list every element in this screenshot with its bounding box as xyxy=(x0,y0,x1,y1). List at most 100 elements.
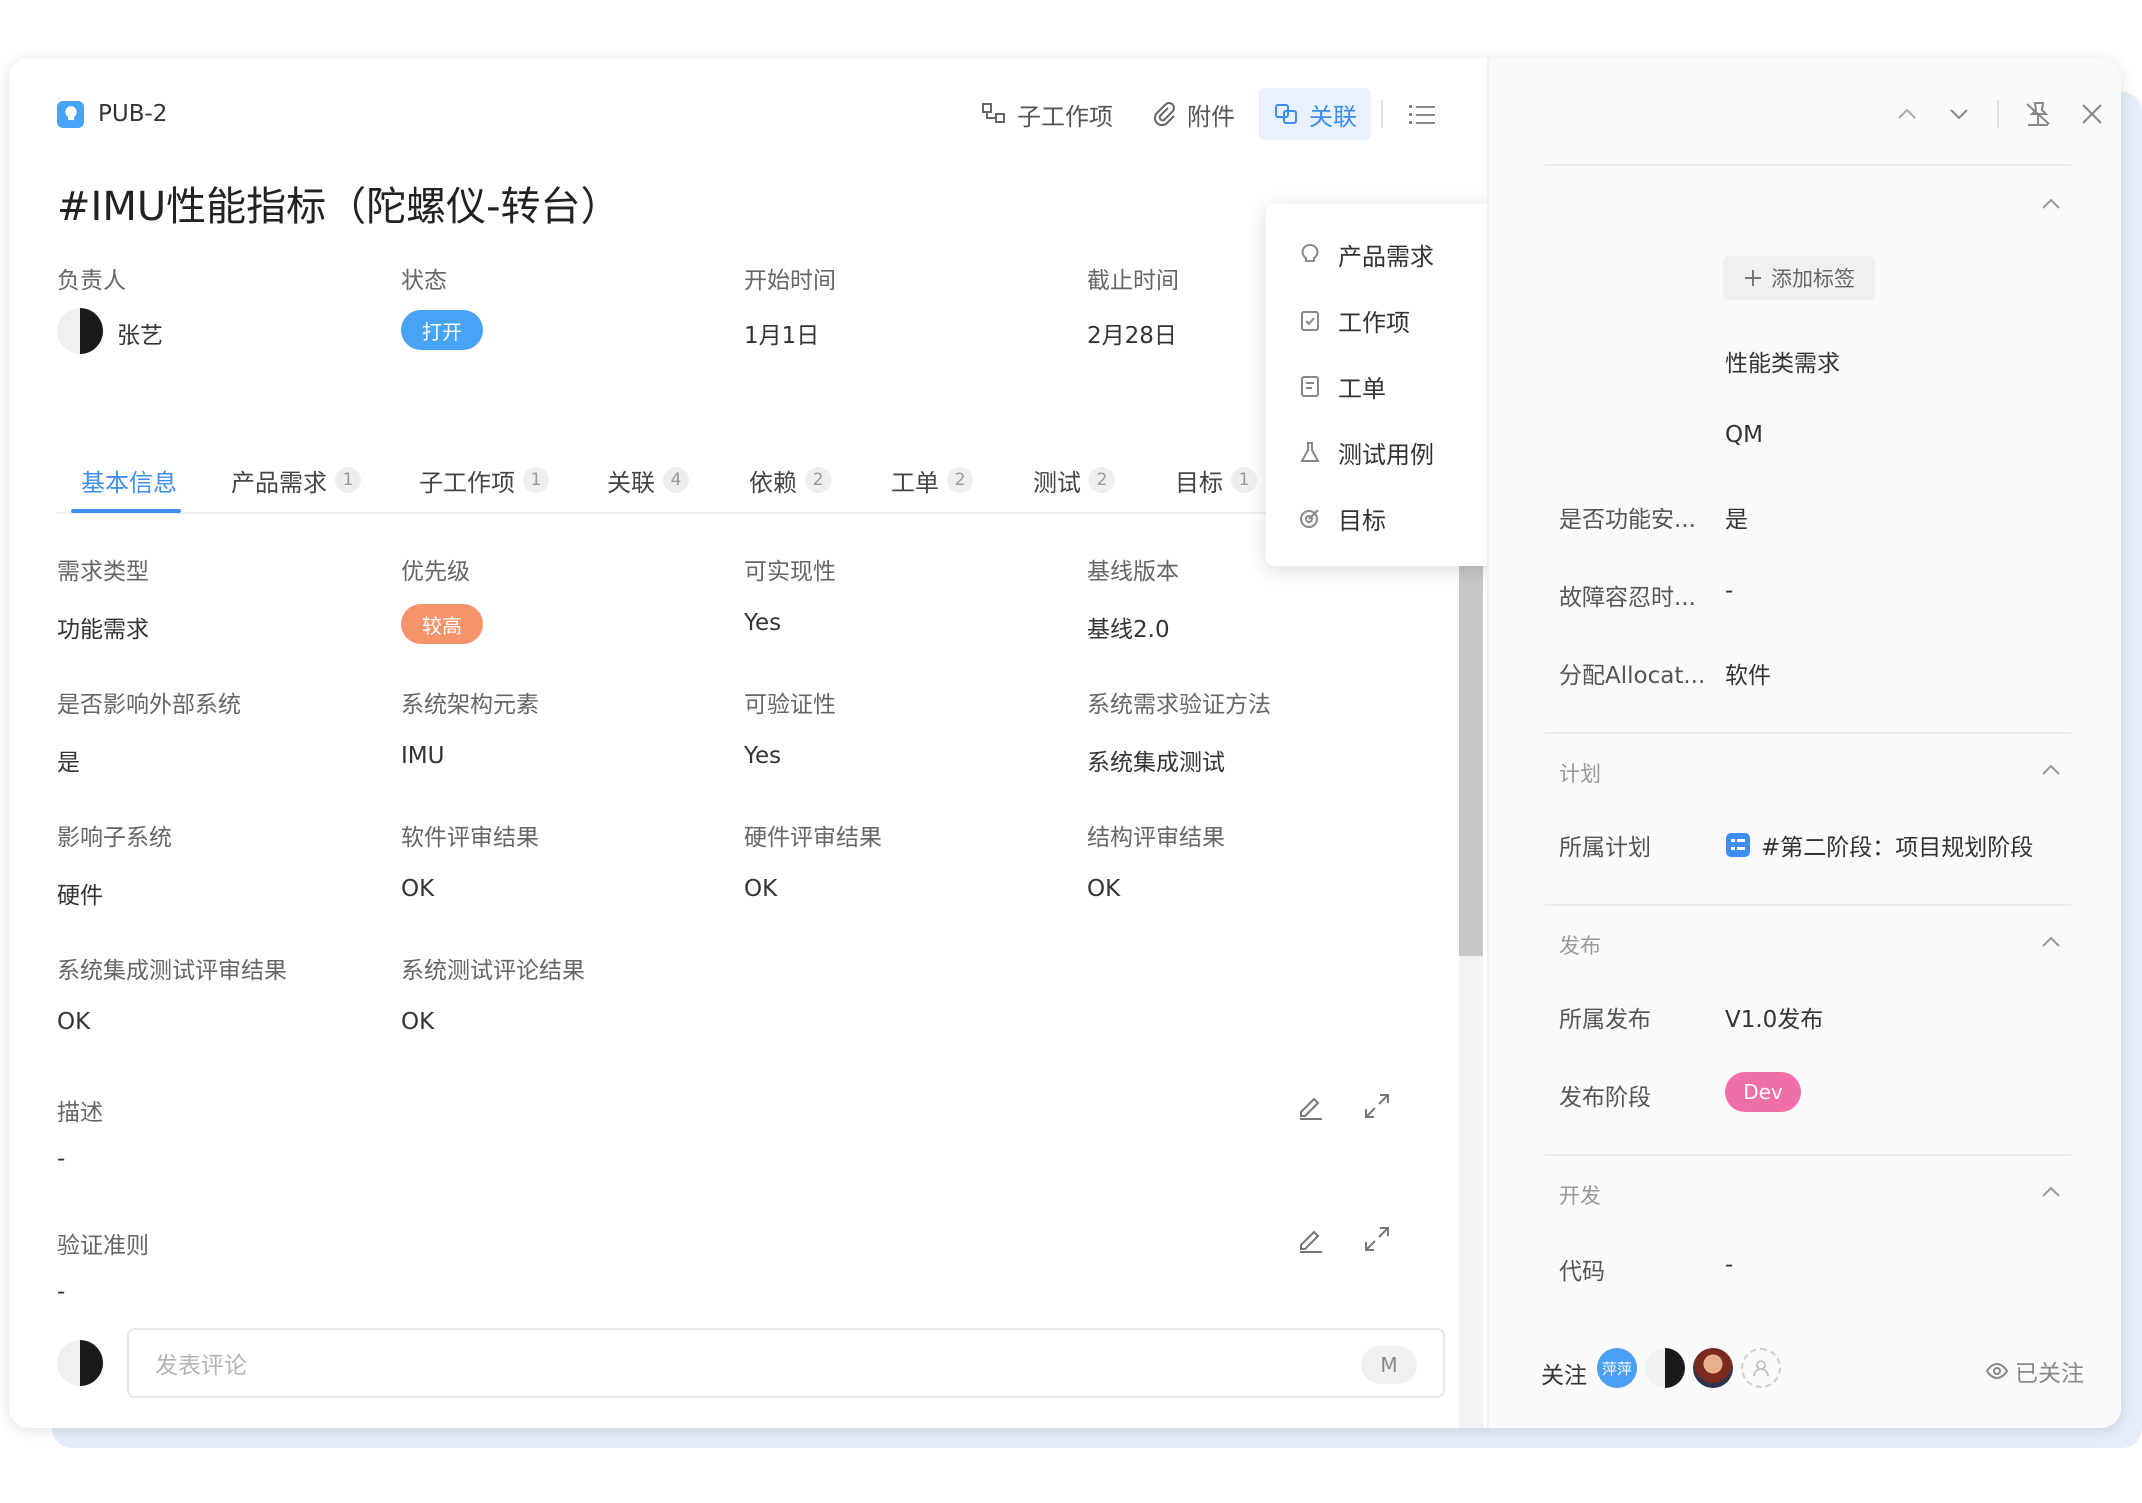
field-label: 系统架构元素 xyxy=(401,692,539,718)
tab-count: 2 xyxy=(1089,467,1115,493)
chevron-down-icon[interactable] xyxy=(1945,100,1973,128)
add-follower-button[interactable] xyxy=(1741,1348,1781,1388)
links-button[interactable]: 关联 xyxy=(1259,88,1371,140)
priority-badge[interactable]: 较高 xyxy=(401,604,483,644)
field-label: 结构评审结果 xyxy=(1087,825,1225,851)
scrollbar-thumb[interactable] xyxy=(1459,498,1483,956)
owner-value[interactable]: 张艺 xyxy=(117,316,163,350)
plan-icon xyxy=(1726,833,1750,857)
field-label: 影响子系统 xyxy=(57,825,172,851)
field-value[interactable]: 功能需求 xyxy=(57,610,149,644)
due-value[interactable]: 2月28日 xyxy=(1087,316,1177,350)
tab-goals[interactable]: 目标 1 xyxy=(1175,460,1257,500)
property-value[interactable]: 是 xyxy=(1725,500,1748,534)
collapse-chevron-icon[interactable] xyxy=(2037,756,2065,784)
followed-status[interactable]: 已关注 xyxy=(1985,1354,2084,1388)
field-value[interactable]: Yes xyxy=(744,610,781,636)
owner-label: 负责人 xyxy=(57,268,126,294)
comment-input[interactable]: 发表评论 M xyxy=(127,1328,1445,1398)
bulb-icon xyxy=(1301,244,1319,262)
start-value[interactable]: 1月1日 xyxy=(744,316,819,350)
field-label: 系统需求验证方法 xyxy=(1087,692,1271,718)
chevron-up-icon[interactable] xyxy=(1893,100,1921,128)
plan-label: 所属计划 xyxy=(1559,835,1651,861)
plan-value[interactable]: #第二阶段：项目规划阶段 xyxy=(1725,828,2033,862)
tab-links[interactable]: 关联 4 xyxy=(607,460,689,500)
property-value[interactable]: - xyxy=(1725,578,1733,604)
owner-avatar[interactable] xyxy=(57,308,103,354)
subitems-button[interactable]: 子工作项 xyxy=(967,88,1127,140)
edit-description-button[interactable] xyxy=(1291,1086,1331,1126)
menu-item-product-requirement[interactable]: 产品需求 xyxy=(1298,234,1434,274)
tab-bar: 基本信息 产品需求 1 子工作项 1 关联 4 依赖 2 工单 2 测试 2 目… xyxy=(57,446,1447,514)
tab-count: 1 xyxy=(335,467,361,493)
acceptance-label: 验证准则 xyxy=(57,1233,149,1259)
field-value[interactable]: OK xyxy=(401,876,434,902)
collapse-chevron-icon[interactable] xyxy=(2037,928,2065,956)
property-value[interactable]: QM xyxy=(1725,422,1763,448)
status-badge[interactable]: 打开 xyxy=(401,310,483,350)
close-icon[interactable] xyxy=(2077,99,2107,129)
follower-avatar[interactable] xyxy=(1645,1348,1685,1388)
edit-acceptance-button[interactable] xyxy=(1291,1219,1331,1259)
tab-label: 依赖 xyxy=(749,468,797,497)
field-value[interactable]: Yes xyxy=(744,743,781,769)
divider xyxy=(1545,904,2071,906)
section-title-plan: 计划 xyxy=(1559,762,1601,786)
expand-description-button[interactable] xyxy=(1357,1086,1397,1126)
acceptance-value[interactable]: - xyxy=(57,1279,65,1305)
field-value[interactable]: OK xyxy=(57,1009,90,1035)
code-value[interactable]: - xyxy=(1725,1252,1733,1278)
subitems-label: 子工作项 xyxy=(1017,102,1113,131)
property-value[interactable]: 软件 xyxy=(1725,656,1771,690)
field-value[interactable]: 基线2.0 xyxy=(1087,610,1170,644)
tab-label: 工单 xyxy=(891,468,939,497)
current-user-avatar xyxy=(57,1340,103,1386)
section-title-dev: 开发 xyxy=(1559,1184,1601,1208)
collapse-chevron-icon[interactable] xyxy=(2037,1178,2065,1206)
tab-tickets[interactable]: 工单 2 xyxy=(891,460,973,500)
tab-subitems[interactable]: 子工作项 1 xyxy=(419,460,549,500)
follower-avatar[interactable]: 萍萍 xyxy=(1597,1348,1637,1388)
tab-basic-info[interactable]: 基本信息 xyxy=(81,460,177,500)
field-label: 基线版本 xyxy=(1087,559,1179,585)
field-value[interactable]: OK xyxy=(744,876,777,902)
release-value[interactable]: V1.0发布 xyxy=(1725,1000,1823,1034)
menu-item-test-case[interactable]: 测试用例 xyxy=(1298,432,1434,472)
page-title: #IMU性能指标（陀螺仪-转台） xyxy=(57,184,621,230)
expand-icon xyxy=(1365,1094,1389,1118)
field-label: 是否影响外部系统 xyxy=(57,692,241,718)
menu-item-ticket[interactable]: 工单 xyxy=(1298,366,1386,406)
attachments-button[interactable]: 附件 xyxy=(1137,88,1249,140)
collapse-chevron-icon[interactable] xyxy=(2037,190,2065,218)
unpin-icon[interactable] xyxy=(2023,99,2053,129)
field-label: 硬件评审结果 xyxy=(744,825,882,851)
description-value[interactable]: - xyxy=(57,1146,65,1172)
markdown-toggle-button[interactable]: M xyxy=(1361,1346,1417,1384)
tab-product-requirements[interactable]: 产品需求 1 xyxy=(231,460,361,500)
menu-item-work-item[interactable]: 工作项 xyxy=(1298,300,1410,340)
release-stage-badge[interactable]: Dev xyxy=(1725,1072,1801,1112)
menu-item-label: 工作项 xyxy=(1338,308,1410,337)
tab-label: 目标 xyxy=(1175,468,1223,497)
field-value[interactable]: OK xyxy=(401,1009,434,1035)
expand-acceptance-button[interactable] xyxy=(1357,1219,1397,1259)
add-tag-button[interactable]: 添加标签 xyxy=(1723,256,1875,300)
properties-sidebar: 添加标签 性能类需求 QM 是否功能安... 是 故障容忍时... - 分配Al… xyxy=(1487,58,2121,1428)
tab-count: 2 xyxy=(805,467,831,493)
field-value[interactable]: 系统集成测试 xyxy=(1087,743,1225,777)
outline-button[interactable] xyxy=(1393,88,1451,140)
item-id-text: PUB-2 xyxy=(98,101,168,127)
tab-label: 基本信息 xyxy=(81,468,177,497)
menu-item-label: 产品需求 xyxy=(1338,242,1434,271)
field-value[interactable]: IMU xyxy=(401,743,444,769)
field-value[interactable]: 是 xyxy=(57,743,80,777)
property-value[interactable]: 性能类需求 xyxy=(1725,344,1840,378)
tab-dependencies[interactable]: 依赖 2 xyxy=(749,460,831,500)
field-value[interactable]: OK xyxy=(1087,876,1120,902)
follower-avatar[interactable] xyxy=(1693,1348,1733,1388)
menu-item-goal[interactable]: 目标 xyxy=(1298,498,1386,538)
field-value[interactable]: 硬件 xyxy=(57,876,103,910)
tab-tests[interactable]: 测试 2 xyxy=(1033,460,1115,500)
sidebar-toolbar xyxy=(1893,88,2107,140)
